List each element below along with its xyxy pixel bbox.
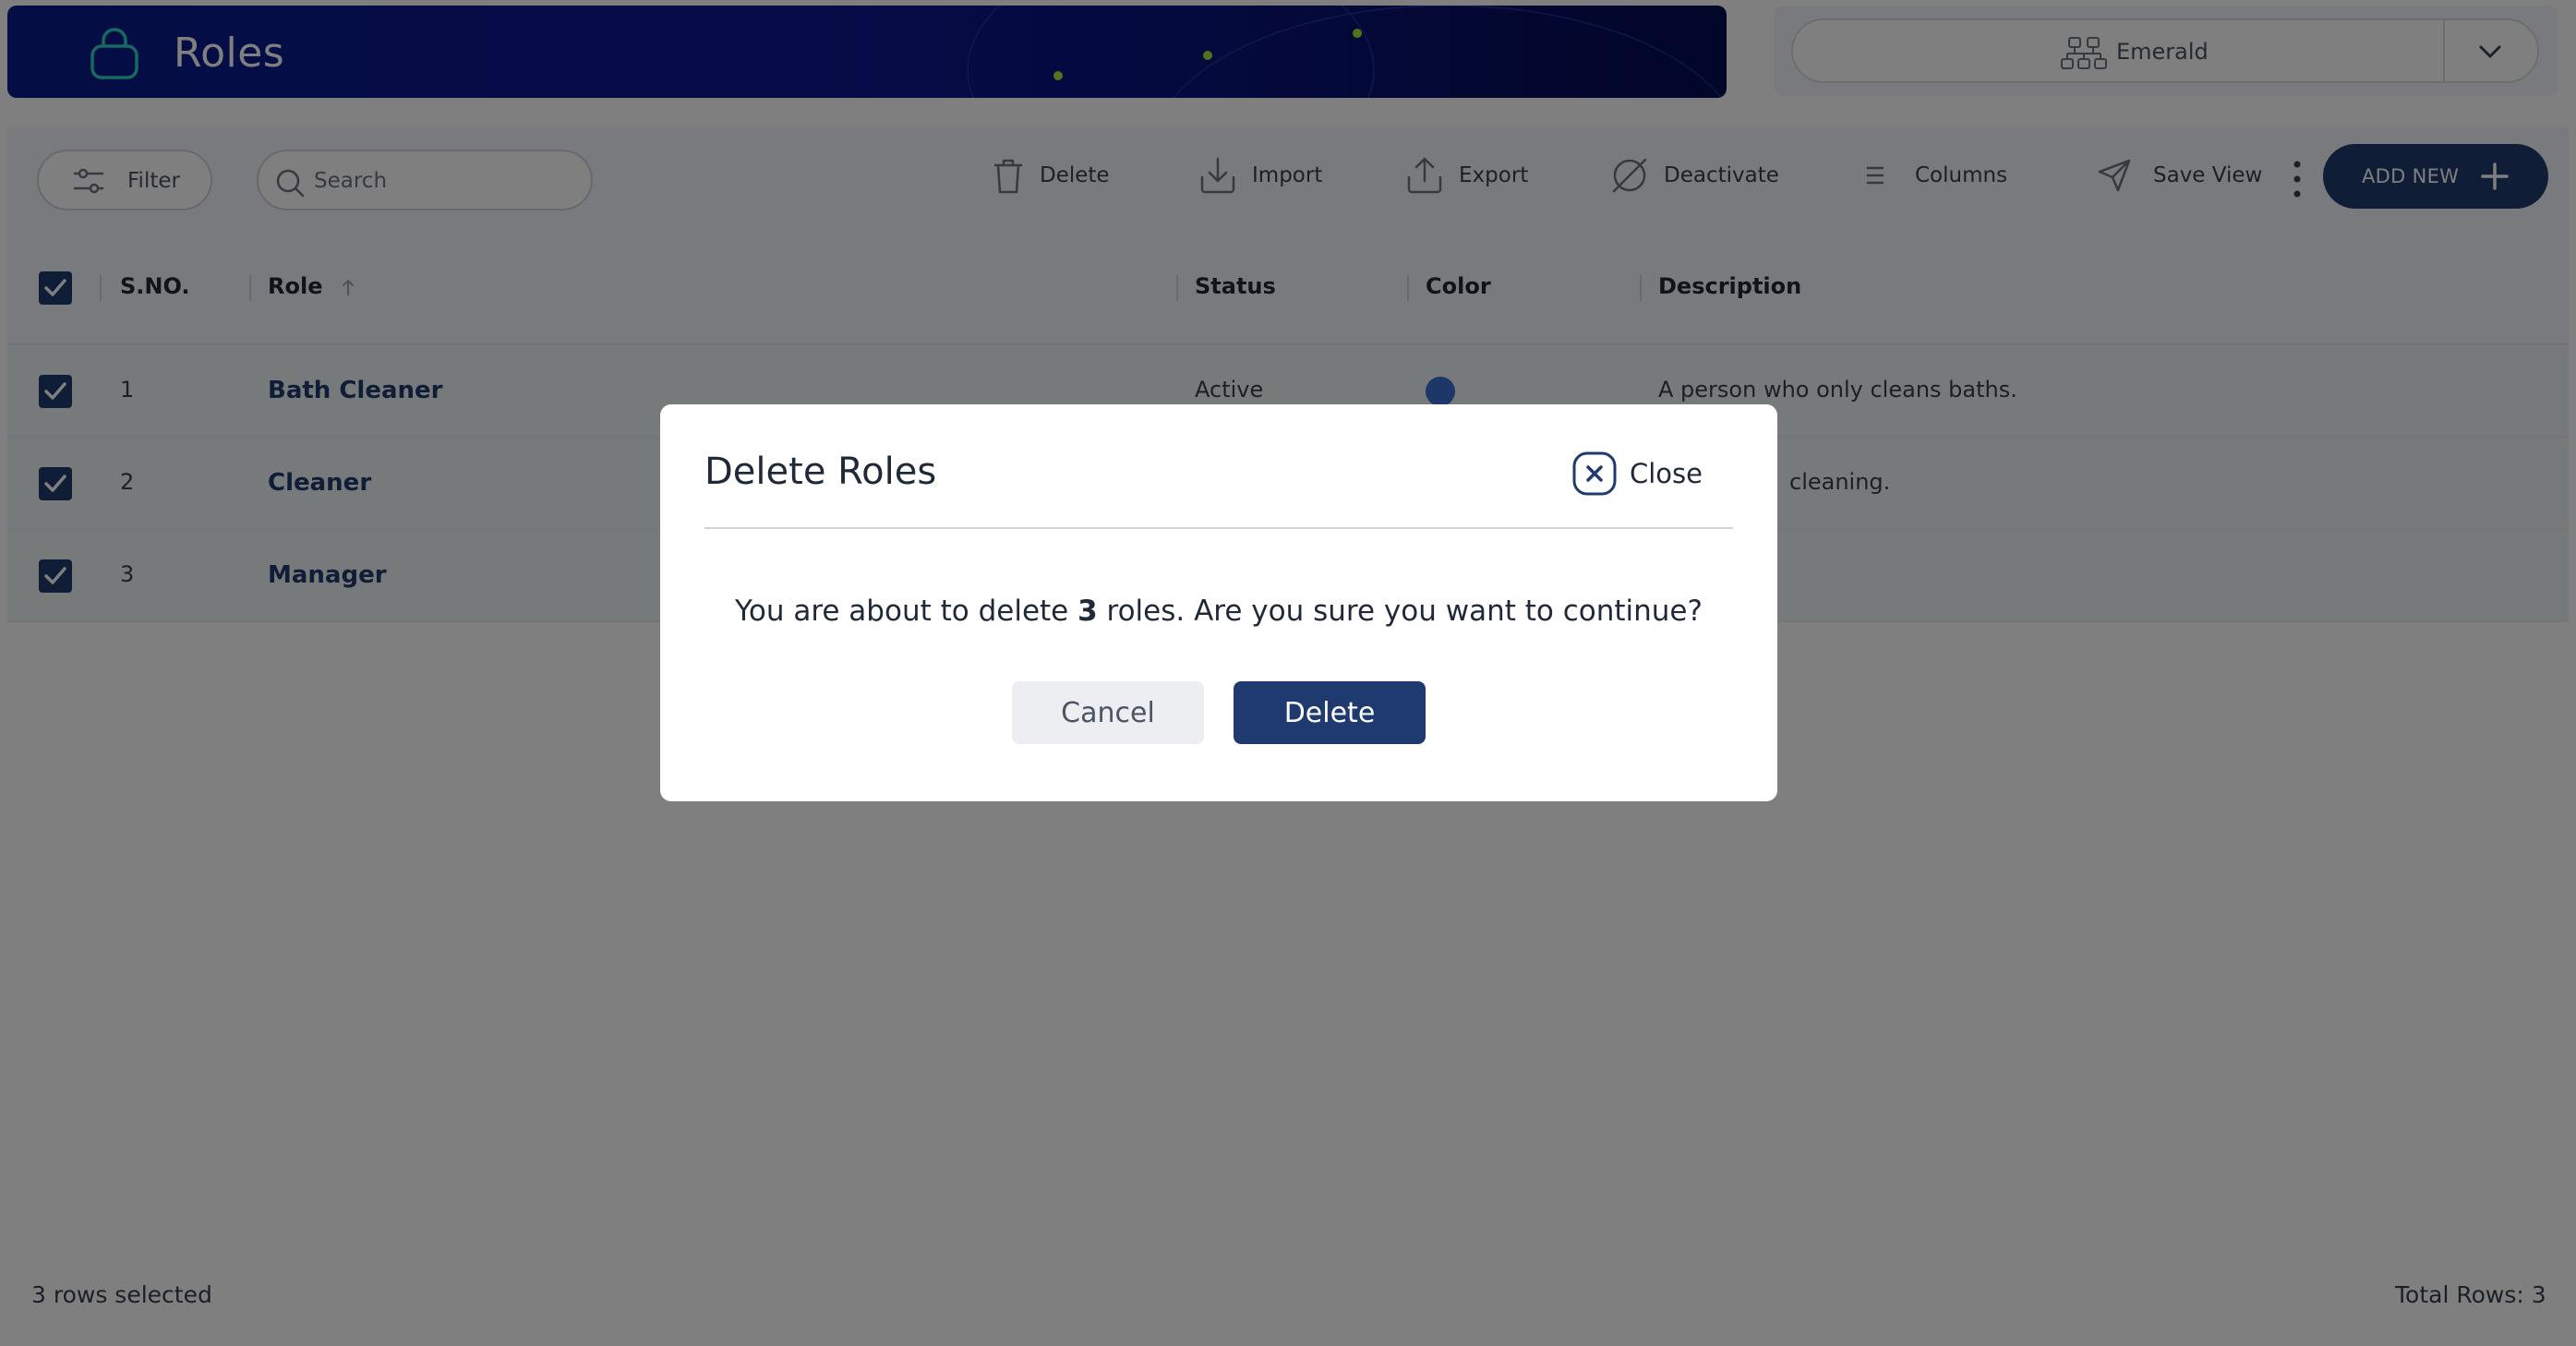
confirm-delete-button[interactable]: Delete — [1234, 681, 1426, 744]
dialog-close-label: Close — [1630, 458, 1703, 489]
cancel-button[interactable]: Cancel — [1012, 681, 1204, 744]
dialog-close-button[interactable]: Close — [1572, 451, 1703, 497]
dialog-message: You are about to delete 3 roles. Are you… — [660, 595, 1777, 628]
delete-roles-dialog: Delete Roles Close You are about to dele… — [660, 404, 1777, 801]
close-icon — [1572, 451, 1617, 496]
dialog-message-suffix: roles. Are you sure you want to continue… — [1097, 595, 1703, 628]
dialog-message-prefix: You are about to delete — [735, 595, 1078, 628]
dialog-divider — [704, 527, 1733, 529]
dialog-title: Delete Roles — [704, 451, 937, 493]
dialog-message-count: 3 — [1077, 595, 1098, 628]
